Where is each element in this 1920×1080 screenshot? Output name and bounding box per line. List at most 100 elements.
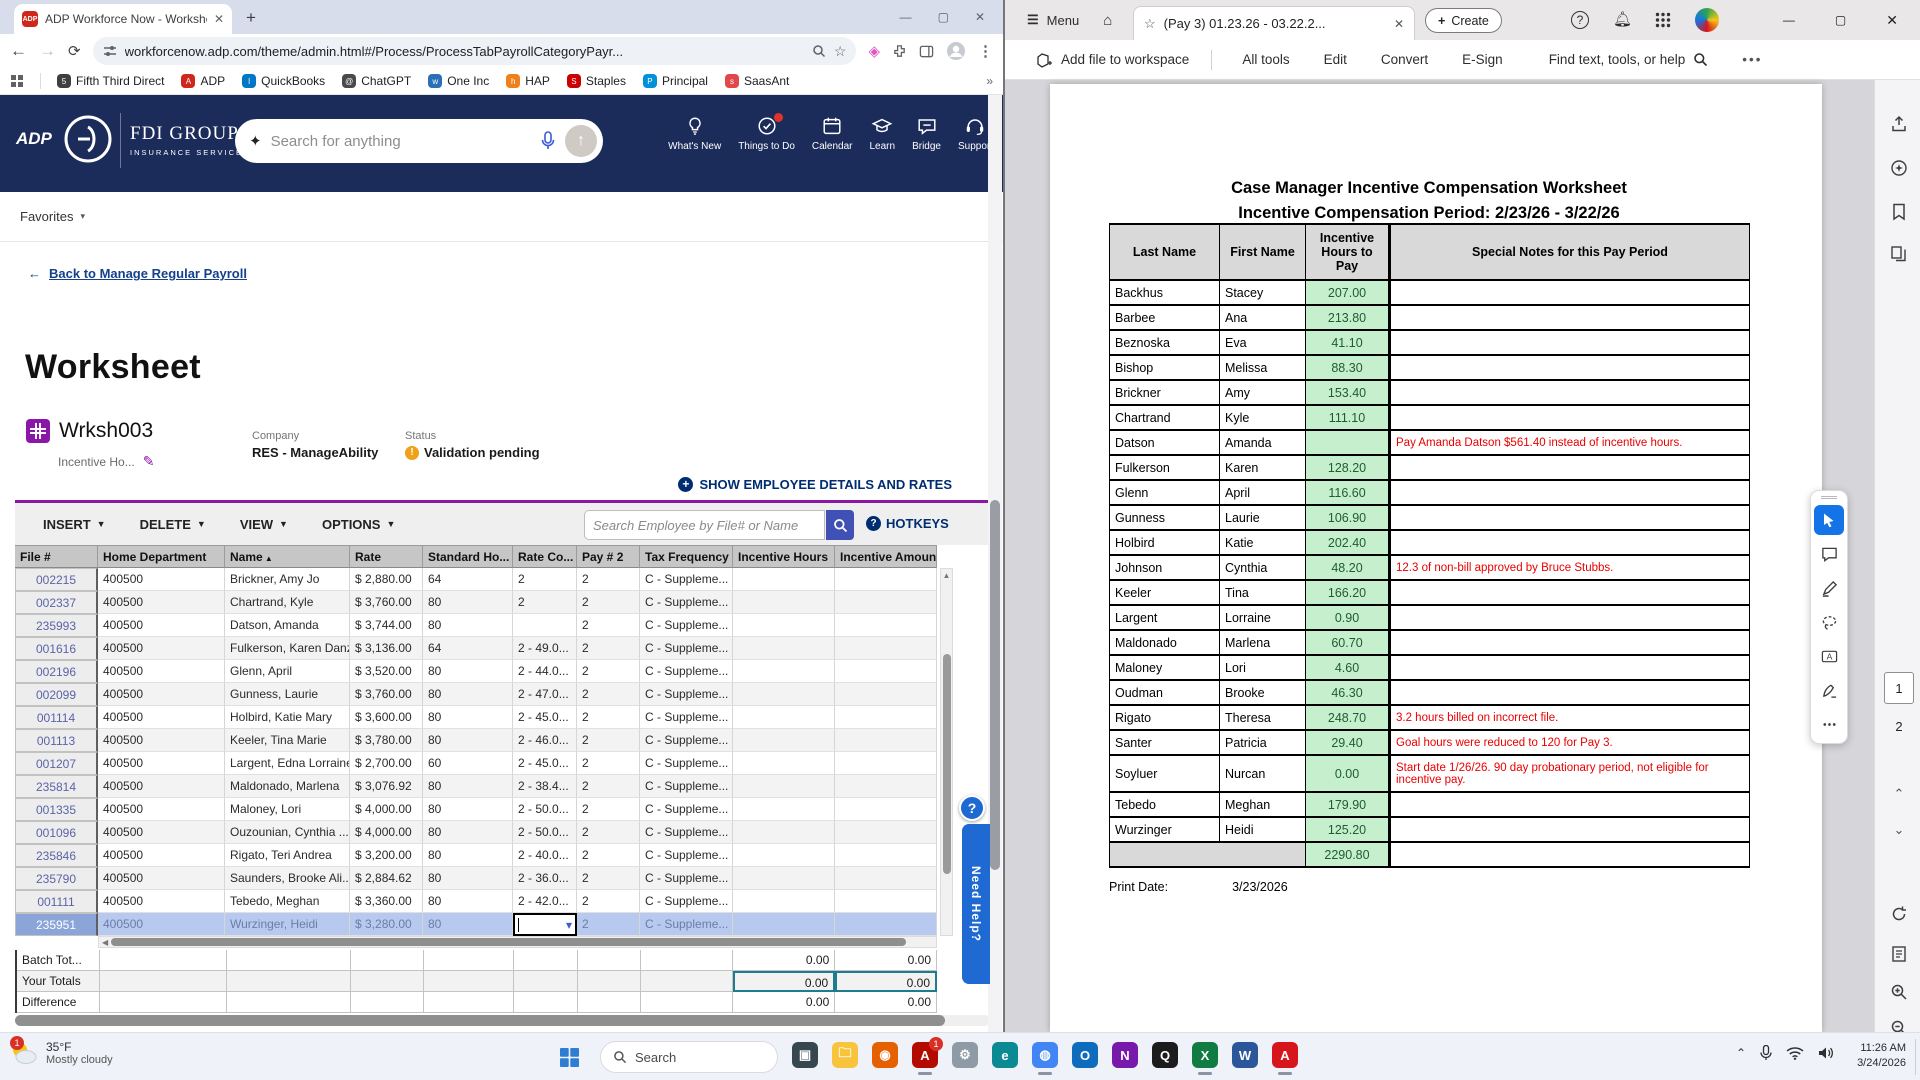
column-header-6[interactable]: Rate Co... <box>513 545 577 568</box>
grid-cell[interactable]: 2 <box>577 821 640 844</box>
maximize-icon[interactable]: ▢ <box>1835 13 1846 27</box>
grid-cell[interactable]: C - Suppleme... <box>640 867 733 890</box>
grid-cell[interactable] <box>835 660 937 683</box>
collapse-down-icon[interactable]: ⌄ <box>1885 816 1913 844</box>
view-menu-button[interactable]: VIEW ▼ <box>240 517 288 532</box>
column-header-7[interactable]: Pay # 2 <box>577 545 640 568</box>
grid-cell[interactable]: 2 - 47.0... <box>513 683 577 706</box>
grid-cell[interactable] <box>733 844 835 867</box>
acrobat-menu-button[interactable]: ☰ Menu <box>1027 12 1079 28</box>
grid-cell[interactable] <box>733 752 835 775</box>
grid-cell[interactable] <box>733 706 835 729</box>
grid-cell[interactable] <box>835 913 937 936</box>
app-switcher-icon[interactable] <box>1655 12 1671 28</box>
grid-cell[interactable]: C - Suppleme... <box>640 660 733 683</box>
grid-cell[interactable]: $ 3,360.00 <box>350 890 423 913</box>
grid-cell[interactable]: C - Suppleme... <box>640 821 733 844</box>
side-panel-icon[interactable] <box>919 44 934 59</box>
grid-cell[interactable] <box>835 752 937 775</box>
grid-cell[interactable]: 80 <box>423 890 513 913</box>
grid-cell[interactable]: $ 3,280.00 <box>350 913 423 936</box>
table-row[interactable]: 001114 400500 Holbird, Katie Mary $ 3,600.0… <box>15 706 937 729</box>
bookmarks-overflow-icon[interactable]: » <box>986 74 993 88</box>
grid-cell[interactable]: 2 - 45.0... <box>513 706 577 729</box>
back-icon[interactable]: ← <box>10 41 27 61</box>
grid-cell[interactable]: 2 - 40.0... <box>513 844 577 867</box>
grid-cell[interactable]: C - Suppleme... <box>640 913 733 936</box>
column-header-5[interactable]: Standard Ho... <box>423 545 513 568</box>
extension-pink-icon[interactable]: ◈ <box>868 42 880 60</box>
grid-cell[interactable] <box>835 614 937 637</box>
column-header-1[interactable]: File # <box>15 545 98 568</box>
reload-icon[interactable]: ⟳ <box>68 42 81 60</box>
grid-cell[interactable] <box>835 591 937 614</box>
grid-cell[interactable]: 400500 <box>98 637 225 660</box>
grid-cell[interactable]: 64 <box>423 568 513 591</box>
home-icon[interactable]: ⌂ <box>1103 12 1112 29</box>
options-menu-button[interactable]: OPTIONS ▼ <box>322 517 395 532</box>
grid-cell[interactable]: 400500 <box>98 683 225 706</box>
grid-cell[interactable]: 400500 <box>98 867 225 890</box>
grid-cell[interactable]: 400500 <box>98 752 225 775</box>
grid-cell[interactable] <box>733 913 835 936</box>
grid-cell[interactable]: Tebedo, Meghan <box>225 890 350 913</box>
grid-cell[interactable] <box>835 568 937 591</box>
bookmark-icon[interactable] <box>1885 198 1913 226</box>
page-thumbnail-2[interactable]: 2 <box>1884 710 1914 742</box>
acrobat-document-tab[interactable]: ☆ (Pay 3) 01.23.26 - 03.22.2... ✕ <box>1133 6 1415 40</box>
grid-vertical-scrollbar[interactable]: ▲ <box>940 568 953 936</box>
grid-cell[interactable]: 2 <box>577 752 640 775</box>
add-file-button[interactable]: Add file to workspace <box>1035 51 1189 69</box>
bookmark-item[interactable]: h HAP <box>506 74 550 88</box>
employee-search-input[interactable]: Search Employee by File# or Name <box>584 510 825 540</box>
grid-cell[interactable]: 2 <box>577 798 640 821</box>
highlighter-tool-icon[interactable] <box>1814 573 1844 603</box>
file-number-cell[interactable]: 001096 <box>15 821 98 844</box>
column-header-10[interactable]: Incentive Amount <box>835 545 937 568</box>
grid-cell[interactable]: 80 <box>423 775 513 798</box>
wifi-icon[interactable] <box>1786 1046 1804 1060</box>
firefox-icon[interactable]: ◉ <box>872 1042 898 1068</box>
grid-cell[interactable]: 2 <box>513 591 577 614</box>
grid-cell[interactable]: 400500 <box>98 798 225 821</box>
table-row[interactable]: 001113 400500 Keeler, Tina Marie $ 3,780.00… <box>15 729 937 752</box>
file-number-cell[interactable]: 235790 <box>15 867 98 890</box>
column-header-2[interactable]: Home Department <box>98 545 225 568</box>
grid-cell[interactable]: 400500 <box>98 568 225 591</box>
grid-cell[interactable]: 400500 <box>98 821 225 844</box>
edit-tab[interactable]: Edit <box>1324 52 1347 67</box>
grid-cell[interactable] <box>835 729 937 752</box>
file-number-cell[interactable]: 001113 <box>15 729 98 752</box>
grid-cell[interactable]: Brickner, Amy Jo <box>225 568 350 591</box>
grid-cell[interactable]: $ 4,000.00 <box>350 798 423 821</box>
grid-cell[interactable]: 400500 <box>98 890 225 913</box>
grid-cell[interactable]: 2 <box>577 637 640 660</box>
text-callout-tool-icon[interactable]: A <box>1814 641 1844 671</box>
grid-cell[interactable] <box>733 867 835 890</box>
table-row[interactable]: 235951 400500 Wurzinger, Heidi $ 3,280.00 80… <box>15 913 937 936</box>
grid-cell[interactable]: 400500 <box>98 706 225 729</box>
grid-cell[interactable]: C - Suppleme... <box>640 683 733 706</box>
grid-cell[interactable]: 2 <box>577 660 640 683</box>
page-horizontal-scrollbar[interactable] <box>15 1015 990 1026</box>
account-avatar[interactable] <box>1695 8 1719 32</box>
forward-icon[interactable]: → <box>39 41 56 61</box>
grid-cell[interactable]: 400500 <box>98 775 225 798</box>
grid-cell[interactable] <box>733 591 835 614</box>
grid-cell[interactable]: 400500 <box>98 614 225 637</box>
grid-cell[interactable]: 2 <box>577 729 640 752</box>
grid-cell[interactable]: Datson, Amanda <box>225 614 350 637</box>
grid-cell[interactable] <box>733 660 835 683</box>
favorites-label[interactable]: Favorites <box>20 209 73 224</box>
grid-cell[interactable] <box>733 890 835 913</box>
grid-cell[interactable]: 2 - 46.0... <box>513 729 577 752</box>
more-options-icon[interactable]: ••• <box>1742 52 1762 67</box>
grid-cell[interactable]: 400500 <box>98 729 225 752</box>
help-circle-icon[interactable]: ? <box>1571 11 1589 29</box>
convert-tab[interactable]: Convert <box>1381 52 1428 67</box>
bookmark-item[interactable]: l QuickBooks <box>242 74 325 88</box>
file-number-cell[interactable]: 235846 <box>15 844 98 867</box>
scroll-left-arrow[interactable]: ◀ <box>99 938 111 947</box>
grid-cell[interactable]: C - Suppleme... <box>640 775 733 798</box>
show-desktop-button[interactable] <box>1915 1039 1920 1075</box>
